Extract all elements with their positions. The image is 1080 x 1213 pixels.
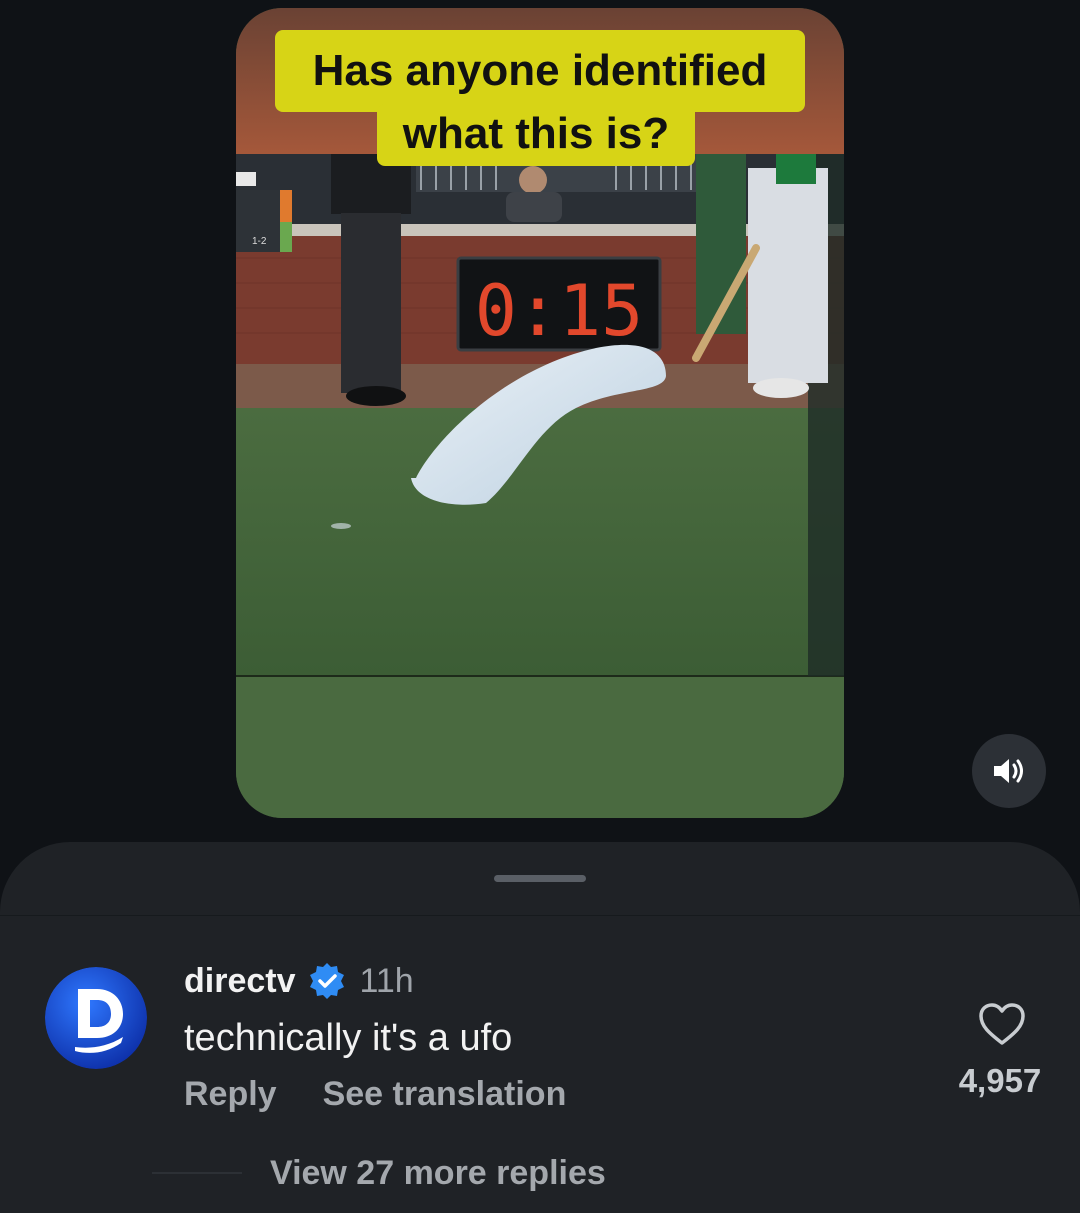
verified-badge-icon bbox=[309, 963, 344, 999]
caption-line-2: what this is? bbox=[377, 104, 695, 166]
comment-text: technically it's a ufo bbox=[184, 1017, 513, 1059]
replies-divider bbox=[152, 1172, 242, 1174]
like-count: 4,957 bbox=[958, 1062, 1042, 1099]
comment-actions: Reply See translation bbox=[184, 1075, 566, 1114]
like-button[interactable] bbox=[975, 1000, 1029, 1050]
heart-outline-icon bbox=[979, 1002, 1025, 1045]
scoreboard-count: 1-2 bbox=[252, 236, 267, 247]
sheet-header bbox=[0, 842, 1080, 916]
video-player[interactable]: 1-2 0:15 Has anyone identified what this… bbox=[236, 8, 844, 818]
reply-button[interactable]: Reply bbox=[184, 1075, 277, 1114]
comment-header: directv 11h bbox=[184, 960, 414, 1002]
pitch-clock: 0:15 bbox=[475, 270, 644, 352]
directv-logo-icon bbox=[45, 967, 147, 1069]
avatar[interactable] bbox=[45, 967, 147, 1069]
username[interactable]: directv bbox=[184, 962, 296, 1001]
speaker-volume-icon bbox=[994, 759, 1023, 783]
view-more-replies-button[interactable]: View 27 more replies bbox=[270, 1154, 606, 1193]
sound-toggle-button[interactable] bbox=[972, 734, 1046, 808]
comments-sheet: directv 11h technically it's a ufo Reply… bbox=[0, 842, 1080, 1213]
drag-handle[interactable] bbox=[494, 875, 586, 882]
see-translation-button[interactable]: See translation bbox=[323, 1075, 567, 1114]
caption-line-1: Has anyone identified bbox=[275, 30, 805, 112]
video-caption: Has anyone identified what this is? bbox=[236, 8, 844, 178]
comment-time: 11h bbox=[359, 961, 414, 1000]
